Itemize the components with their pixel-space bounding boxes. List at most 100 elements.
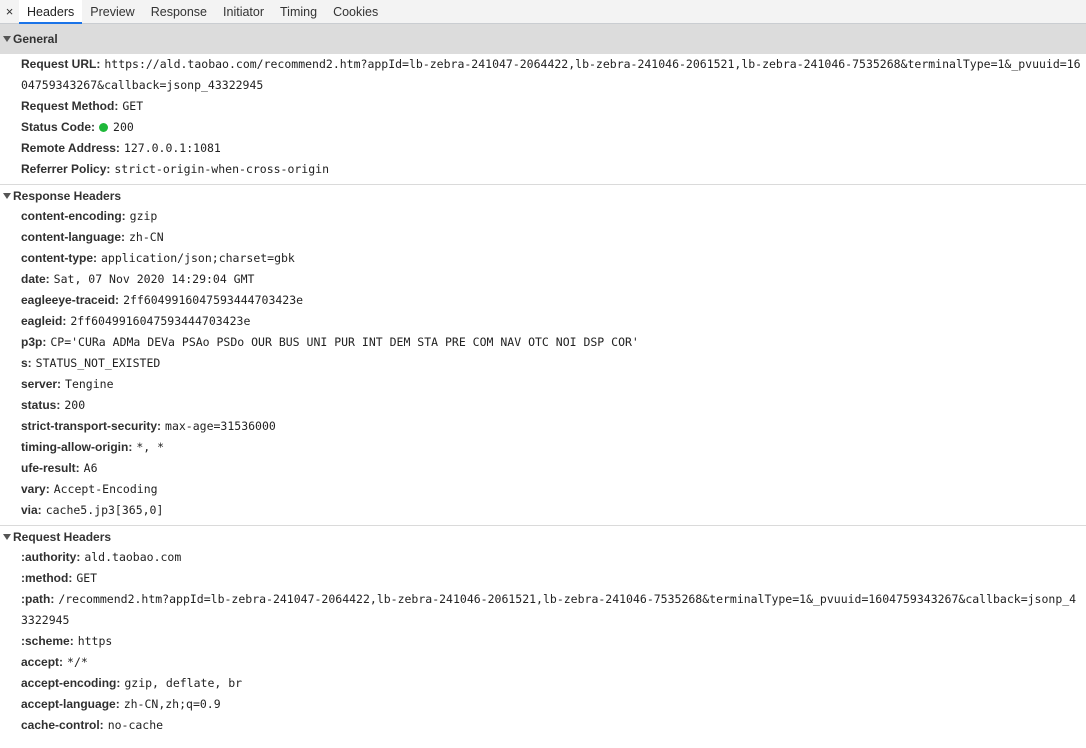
header-value: https [77,634,113,648]
header-row: s: STATUS_NOT_EXISTED [0,353,1086,374]
request-method-row: Request Method: GET [0,96,1086,117]
tab-headers[interactable]: Headers [19,0,83,24]
header-key: Request Method: [21,99,119,113]
header-row: content-language: zh-CN [0,227,1086,248]
header-key: :path: [21,592,55,606]
header-row: p3p: CP='CURa ADMa DEVa PSAo PSDo OUR BUS… [0,332,1086,353]
header-key: content-encoding: [21,209,126,223]
expand-triangle-icon [3,192,11,199]
header-row: date: Sat, 07 Nov 2020 14:29:04 GMT [0,269,1086,290]
general-rows: Request URL: https://ald.taobao.com/recom… [0,54,1086,180]
header-key: timing-allow-origin: [21,440,133,454]
header-row: timing-allow-origin: *, * [0,437,1086,458]
header-value: */* [67,655,88,669]
expand-triangle-icon [3,533,11,540]
header-value: STATUS_NOT_EXISTED [35,356,161,370]
tab-cookies[interactable]: Cookies [325,0,386,23]
header-key: server: [21,377,62,391]
header-value: 2ff6049916047593444703423e [123,293,304,307]
header-value: ald.taobao.com [84,550,182,564]
header-key: :scheme: [21,634,74,648]
header-value: 2ff6049916047593444703423e [70,314,251,328]
header-value: CP='CURa ADMa DEVa PSAo PSDo OUR BUS UNI… [50,335,639,349]
header-key: Request URL: [21,57,101,71]
header-value: gzip [129,209,158,223]
header-row: eagleid: 2ff6049916047593444703423e [0,311,1086,332]
header-row: vary: Accept-Encoding [0,479,1086,500]
expand-triangle-icon [3,36,11,42]
header-value: cache5.jp3[365,0] [45,503,164,517]
header-key: Referrer Policy: [21,162,111,176]
header-value: zh-CN [129,230,164,244]
header-key: :method: [21,571,73,585]
header-key: eagleeye-traceid: [21,293,120,307]
header-value: application/json;charset=gbk [101,251,295,265]
header-key: :authority: [21,550,81,564]
status-dot-icon [99,123,109,132]
header-value: A6 [83,461,98,475]
section-request-headers-header[interactable]: Request Headers [0,526,1086,547]
section-response-headers-header[interactable]: Response Headers [0,185,1086,206]
status-code-row: Status Code: 200 [0,117,1086,138]
header-value: 200 [64,398,86,412]
header-value: Tengine [65,377,114,391]
header-value: /recommend2.htm?appId=lb-zebra-241047-20… [21,592,1077,627]
header-row: accept-encoding: gzip, deflate, br [0,673,1086,694]
header-row: accept-language: zh-CN,zh;q=0.9 [0,694,1086,715]
header-row: :method: GET [0,568,1086,589]
header-value: Accept-Encoding [53,482,158,496]
tab-response[interactable]: Response [143,0,215,23]
request-url-row: Request URL: https://ald.taobao.com/recom… [0,54,1086,96]
header-key: status: [21,398,61,412]
header-value: zh-CN,zh;q=0.9 [123,697,221,711]
header-key: Remote Address: [21,141,120,155]
close-icon[interactable]: × [0,0,19,23]
tab-initiator[interactable]: Initiator [215,0,272,23]
header-row: content-encoding: gzip [0,206,1086,227]
header-value: GET [122,99,144,113]
referrer-policy-row: Referrer Policy: strict-origin-when-cross… [0,159,1086,180]
header-key: vary: [21,482,50,496]
header-value: *, * [136,440,165,454]
section-general-title: General [13,32,58,46]
header-row: status: 200 [0,395,1086,416]
header-key: content-type: [21,251,97,265]
header-key: Status Code: [21,120,96,134]
header-key: accept-language: [21,697,120,711]
header-row: content-type: application/json;charset=gb… [0,248,1086,269]
header-key: eagleid: [21,314,67,328]
devtools-tabbar: × Headers Preview Response Initiator Tim… [0,0,1086,24]
header-row: via: cache5.jp3[365,0] [0,500,1086,521]
header-row: cache-control: no-cache [0,715,1086,736]
header-row: :path:/recommend2.htm?appId=lb-zebra-241… [0,589,1086,631]
header-value: strict-origin-when-cross-origin [114,162,330,176]
header-key: p3p: [21,335,47,349]
header-key: accept-encoding: [21,676,121,690]
header-row: eagleeye-traceid: 2ff60499160475934447034… [0,290,1086,311]
section-response-headers-title: Response Headers [13,188,122,203]
headers-panel: General Request URL: https://ald.taobao.c… [0,24,1086,748]
header-key: ufe-result: [21,461,80,475]
header-key: via: [21,503,42,517]
header-value: Sat, 07 Nov 2020 14:29:04 GMT [53,272,255,286]
header-value: https://ald.taobao.com/recommend2.htm?ap… [21,57,1081,92]
tab-timing[interactable]: Timing [272,0,325,23]
header-row: :authority: ald.taobao.com [0,547,1086,568]
header-row: strict-transport-security: max-age=315360… [0,416,1086,437]
header-key: s: [21,356,32,370]
remote-address-row: Remote Address: 127.0.0.1:1081 [0,138,1086,159]
tab-preview[interactable]: Preview [82,0,142,23]
header-key: cache-control: [21,718,104,732]
header-row: accept: */* [0,652,1086,673]
request-header-rows: :authority: ald.taobao.com:method: GET:pat… [0,547,1086,736]
header-row: server: Tengine [0,374,1086,395]
header-key: date: [21,272,50,286]
header-value: no-cache [107,718,164,732]
header-value: GET [76,571,98,585]
header-value: max-age=31536000 [165,419,276,433]
header-value: gzip, deflate, br [124,676,243,690]
header-row: ufe-result: A6 [0,458,1086,479]
header-value: 200 [113,120,134,134]
header-key: content-language: [21,230,125,244]
section-general-header[interactable]: General [0,24,1086,54]
